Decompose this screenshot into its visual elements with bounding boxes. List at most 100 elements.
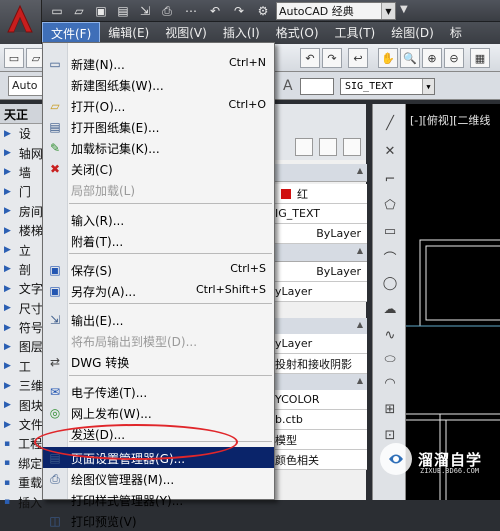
text-style-select[interactable]: SIG_TEXT ▼ — [340, 78, 435, 95]
palette-item[interactable]: ▶ 设 — [0, 124, 47, 143]
print-icon[interactable]: ⎙ — [158, 2, 176, 20]
polygon-icon[interactable]: ⬠ — [381, 196, 399, 214]
rectangle-icon[interactable]: ▭ — [381, 222, 399, 240]
prop-plot-table[interactable]: b.ctb — [269, 410, 367, 430]
file-menu-item[interactable]: 输入(R)... — [43, 209, 274, 230]
redo-icon[interactable]: ↷ — [230, 2, 248, 20]
dim-style-select[interactable] — [300, 78, 334, 95]
palette-item[interactable]: ▶ 图块 — [0, 395, 47, 414]
menu-edit[interactable]: 编辑(E) — [100, 22, 157, 44]
line-icon[interactable]: ╱ — [381, 114, 399, 132]
file-menu-item[interactable]: ▣ 另存为(A)... Ctrl+Shift+S — [43, 280, 274, 301]
ellipse-icon[interactable]: ⬭ — [381, 350, 399, 368]
polyline-icon[interactable]: ⌐ — [381, 170, 399, 188]
pan-icon[interactable]: ✋ — [378, 48, 398, 68]
section-general[interactable] — [269, 164, 367, 182]
undo-icon[interactable]: ↶ — [300, 48, 320, 68]
open-icon[interactable]: ▱ — [70, 2, 88, 20]
file-menu-item[interactable]: 附着(T)... — [43, 230, 274, 251]
zoom-previous-icon[interactable]: ⊖ — [444, 48, 464, 68]
palette-item[interactable]: ▶ 墙 — [0, 163, 47, 182]
palette-item[interactable]: ▶ 楼梯 — [0, 221, 47, 240]
undo-list-icon[interactable]: ↩ — [348, 48, 368, 68]
prop-plot-color[interactable]: YCOLOR — [269, 390, 367, 410]
expand-arrow-icon: ▶ — [4, 245, 11, 256]
prop-model[interactable]: 模型 — [269, 430, 367, 450]
file-menu-item[interactable]: ✉ 电子传递(T)... — [43, 381, 274, 402]
viewport-controls[interactable]: [-][俯视][二维线 — [410, 112, 490, 128]
menu-insert[interactable]: 插入(I) — [215, 22, 268, 44]
palette-item[interactable]: ▶ 图层 — [0, 337, 47, 356]
select-objects-icon[interactable] — [319, 138, 337, 156]
palette-item[interactable]: ▶ 符号 — [0, 318, 47, 337]
menu-draw[interactable]: 绘图(D) — [383, 22, 442, 44]
file-menu-item[interactable]: ◎ 网上发布(W)... — [43, 402, 274, 423]
palette-item[interactable]: ▪ 绑定 — [0, 454, 47, 473]
prop-plotstyle[interactable]: yLayer — [269, 282, 367, 302]
color-swatch — [281, 188, 291, 199]
palette-item[interactable]: ▶ 三维 — [0, 376, 47, 395]
file-menu-item[interactable]: ⇲ 输出(E)... — [43, 309, 274, 330]
revcloud-icon[interactable]: ☁ — [381, 300, 399, 318]
toggle-pickadd-icon[interactable] — [343, 138, 361, 156]
file-menu-item[interactable]: ✎ 加载标记集(K)... — [43, 137, 274, 158]
menu-tools[interactable]: 工具(T) — [327, 22, 384, 44]
prop-color[interactable]: 红 — [269, 184, 367, 204]
save-as-icon[interactable]: ▤ — [114, 2, 132, 20]
file-menu-item[interactable]: 新建图纸集(W)... — [43, 74, 274, 95]
palette-item[interactable]: ▶ 门 — [0, 182, 47, 201]
prop-material[interactable]: yLayer — [269, 334, 367, 354]
application-menu-button[interactable] — [0, 0, 42, 44]
file-menu-item[interactable]: ▤ 打开图纸集(E)... — [43, 116, 274, 137]
dropdown-arrow-icon[interactable]: ▼ — [400, 4, 408, 15]
palette-item[interactable]: ▪ 重载 — [0, 473, 47, 492]
dwg-convert-icon: ⇄ — [49, 355, 61, 369]
palette-item[interactable]: ▶ 尺寸 — [0, 299, 47, 318]
new-icon[interactable]: ▭ — [48, 2, 66, 20]
workspace-select[interactable]: AutoCAD 经典 ▼ — [276, 2, 396, 20]
file-menu-item[interactable]: ▭ 新建(N)... Ctrl+N — [43, 53, 274, 74]
palette-item[interactable]: ▶ 工 — [0, 357, 47, 376]
zoom-realtime-icon[interactable]: 🔍 — [400, 48, 420, 68]
menu-format[interactable]: 格式(O) — [268, 22, 327, 44]
publish-icon[interactable]: ⇲ — [136, 2, 154, 20]
prop-related[interactable]: 颜色相关 — [269, 450, 367, 470]
palette-item[interactable]: ▶ 剖 — [0, 260, 47, 279]
menu-bar: 文件(F) 编辑(E) 视图(V) 插入(I) 格式(O) 工具(T) 绘图(D… — [42, 22, 500, 44]
workspace-icon[interactable]: ⚙ — [254, 2, 272, 20]
new-icon[interactable]: ▭ — [4, 48, 24, 68]
file-menu-item[interactable]: ◫ 打印预览(V) — [43, 510, 274, 531]
palette-item[interactable]: ▶ 文字 — [0, 279, 47, 298]
file-menu-item[interactable]: ▣ 保存(S) Ctrl+S — [43, 259, 274, 280]
properties-icon[interactable]: ▦ — [470, 48, 490, 68]
save-icon[interactable]: ▣ — [92, 2, 110, 20]
construction-line-icon[interactable]: ✕ — [381, 142, 399, 160]
quick-select-icon[interactable] — [295, 138, 313, 156]
palette-item[interactable]: ▶ 房间 — [0, 202, 47, 221]
palette-item[interactable]: ▶ 文件 — [0, 415, 47, 434]
arc-icon[interactable]: ⌒ — [381, 248, 399, 267]
palette-item[interactable]: ▶ 轴网 — [0, 143, 47, 162]
prop-shadow[interactable]: 投射和接收阴影 — [269, 354, 367, 374]
file-menu-item[interactable]: ▱ 打开(O)... Ctrl+O — [43, 95, 274, 116]
ellipse-arc-icon[interactable]: ◠ — [381, 374, 399, 392]
file-menu-item[interactable]: ⇄ DWG 转换 — [43, 351, 274, 372]
file-menu-item[interactable]: ⎙ 绘图仪管理器(M)... — [43, 468, 274, 489]
menu-dimension[interactable]: 标 — [442, 22, 470, 44]
redo-icon[interactable]: ↷ — [322, 48, 342, 68]
palette-item[interactable]: ▪ 插入 — [0, 492, 47, 511]
menu-view[interactable]: 视图(V) — [157, 22, 215, 44]
zoom-window-icon[interactable]: ⊕ — [422, 48, 442, 68]
palette-item[interactable]: ▶ 立 — [0, 240, 47, 259]
menu-file[interactable]: 文件(F) — [42, 22, 101, 44]
file-menu-item[interactable]: ✖ 关闭(C) — [43, 158, 274, 179]
more-icon[interactable]: ⋯ — [182, 2, 200, 20]
prop-linetype[interactable]: ByLayer — [269, 224, 367, 244]
insert-block-icon[interactable]: ⊞ — [381, 400, 399, 418]
undo-icon[interactable]: ↶ — [206, 2, 224, 20]
prop-text-style[interactable]: IG_TEXT — [269, 204, 367, 224]
circle-icon[interactable]: ◯ — [381, 274, 399, 292]
spline-icon[interactable]: ∿ — [381, 326, 399, 344]
prop-lineweight[interactable]: ByLayer — [269, 262, 367, 282]
section-3d[interactable] — [269, 244, 367, 262]
